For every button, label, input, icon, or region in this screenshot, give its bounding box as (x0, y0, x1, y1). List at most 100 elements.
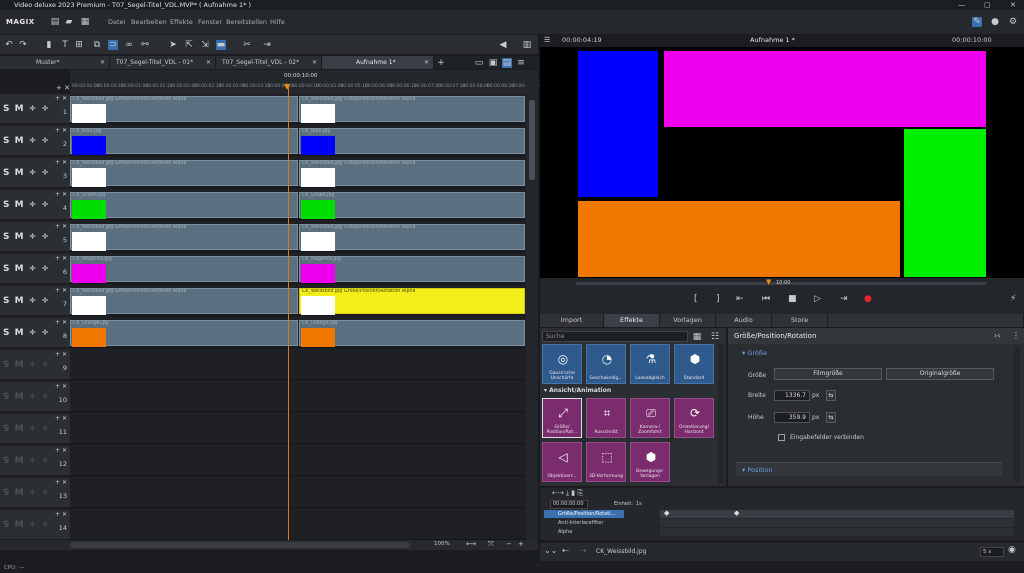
track-header[interactable]: S M ÷ ÷ + ✕ 2 (0, 126, 70, 156)
close-button[interactable]: ✕ (1010, 0, 1016, 10)
filmgroesse-button[interactable]: Filmgröße (774, 368, 882, 380)
open-folder-icon[interactable]: ▰ (64, 17, 74, 27)
video-clip[interactable]: CK_Magenta.jpg (299, 256, 525, 283)
menu-icon[interactable]: ☰ (544, 34, 550, 47)
tab-segel-02[interactable]: T07_Segel-Titel_VDL - 02* ✕ (216, 56, 322, 69)
track-add-remove-icon[interactable]: + ✕ (55, 159, 67, 166)
solo-button[interactable]: S (3, 392, 10, 402)
track-header[interactable]: S M ÷ ÷ + ✕ 5 (0, 222, 70, 252)
maximize-button[interactable]: ▢ (984, 0, 991, 10)
solo-mute-toggle[interactable]: S M ÷ ÷ (3, 136, 50, 146)
track-add-remove-icon[interactable]: + ✕ (55, 511, 67, 518)
solo-button[interactable]: S (3, 488, 10, 498)
mute-button[interactable]: M (15, 328, 25, 338)
fx-standard[interactable]: ⬢ Standard (674, 344, 714, 384)
mute-button[interactable]: M (15, 168, 25, 178)
track-lane[interactable]: CK_Weissbild.jpg Größe/Position/Rotation… (70, 158, 526, 188)
menu-effekte[interactable]: Effekte (170, 18, 193, 26)
track-header[interactable]: S M ÷ ÷ + ✕ 7 (0, 286, 70, 316)
menu-bereitstellen[interactable]: Bereitstellen (226, 18, 267, 26)
mute-button[interactable]: M (15, 488, 25, 498)
fit-icon[interactable]: ⟷ (466, 540, 476, 548)
height-input[interactable]: 359.9 (774, 412, 810, 423)
kf-time-field[interactable]: 00:00:00:00 (550, 500, 588, 509)
props-scrollbar[interactable] (1014, 346, 1020, 482)
solo-mute-toggle[interactable]: S M ÷ ÷ (3, 328, 50, 338)
video-clip[interactable]: CK_Weissbild.jpg Größe/Position/Rotation… (299, 160, 525, 187)
keyframe-icon[interactable]: ◆ (734, 509, 739, 517)
solo-button[interactable]: S (3, 360, 10, 370)
zoom-level[interactable]: 100% (434, 541, 450, 547)
close-icon[interactable]: ✕ (100, 56, 105, 69)
help-icon[interactable]: ◉ (1008, 545, 1016, 555)
mute-button[interactable]: M (15, 392, 25, 402)
solo-button[interactable]: S (3, 264, 10, 274)
video-clip[interactable]: CK_Blau.jpg (70, 128, 298, 155)
menu-hilfe[interactable]: Hilfe (270, 18, 285, 26)
tab-import[interactable]: Import (540, 314, 604, 327)
track-lane[interactable] (70, 414, 526, 444)
solo-button[interactable]: S (3, 456, 10, 466)
kf-track[interactable]: ◆ ◆ (660, 509, 1014, 518)
fx-groesse-position[interactable]: ⤢ Größe/ Position/Rot... (542, 398, 582, 438)
track-add-remove-icon[interactable]: + ✕ (55, 223, 67, 230)
fx-scrollbar[interactable] (718, 344, 724, 484)
video-preview[interactable] (578, 47, 986, 278)
video-clip[interactable]: CK_Weissbild.jpg Größe/Position/Rotation… (70, 288, 298, 315)
tab-vorlagen[interactable]: Vorlagen (660, 314, 716, 327)
tab-segel-01[interactable]: T07_Segel-Titel_VDL - 01* ✕ (110, 56, 216, 69)
track-lane[interactable] (70, 478, 526, 508)
fx-gaussian-blur[interactable]: ◎ Gauss'sche Unschärfe (542, 344, 582, 384)
play-icon[interactable]: ▷ (814, 294, 821, 304)
video-clip[interactable]: CK_Gruen.jpg (299, 192, 525, 219)
section-ansicht-animation[interactable]: ▾ Ansicht/Animation (544, 387, 611, 394)
tab-effekte[interactable]: Effekte (604, 314, 660, 327)
kf-row-anti-interlace[interactable]: Anti-Interlacefilter (544, 519, 624, 527)
track-lane[interactable]: CK_Weissbild.jpg Größe/Position/Rotation… (70, 222, 526, 252)
track-header[interactable]: S M ÷ ÷ + ✕ 11 (0, 414, 70, 444)
track-add-remove-icon[interactable]: + ✕ (55, 127, 67, 134)
solo-mute-toggle[interactable]: S M ÷ ÷ (3, 232, 50, 242)
mark-in-icon[interactable]: [ (694, 294, 698, 304)
track-lane[interactable]: CK_Orange.jpg CK_Orange.jpg (70, 318, 526, 348)
prev-frame-icon[interactable]: ⏮ (762, 294, 770, 304)
fx-orientierung[interactable]: ⟳ Orientierung/ Horizont (674, 398, 714, 438)
track-header[interactable]: S M ÷ ÷ + ✕ 12 (0, 446, 70, 476)
mute-button[interactable]: M (15, 104, 25, 114)
close-icon[interactable]: ✕ (312, 56, 317, 69)
solo-button[interactable]: S (3, 168, 10, 178)
solo-mute-toggle[interactable]: S M ÷ ÷ (3, 520, 50, 530)
link-fields-checkbox[interactable] (778, 434, 785, 441)
solo-button[interactable]: S (3, 424, 10, 434)
kf-track[interactable] (660, 528, 1014, 536)
section-groesse[interactable]: ▾ Größe (742, 349, 767, 357)
video-clip[interactable]: CK_Gruen.jpg (70, 192, 298, 219)
settings-icon[interactable]: ⚙ (1008, 17, 1018, 27)
track-lane[interactable]: CK_Weissbild.jpg Größe/Position/Rotation… (70, 286, 526, 316)
kf-row-groesse[interactable]: Größe/Position/Rotati... (544, 510, 624, 518)
solo-button[interactable]: S (3, 296, 10, 306)
video-clip[interactable]: CK_Weissbild.jpg Größe/Position/Rotation… (70, 224, 298, 251)
track-add-remove-icon[interactable]: + ✕ (55, 479, 67, 486)
track-lane[interactable]: CK_Magenta.jpg CK_Magenta.jpg (70, 254, 526, 284)
solo-mute-toggle[interactable]: S M ÷ ÷ (3, 392, 50, 402)
menu-bearbeiten[interactable]: Bearbeiten (131, 18, 167, 26)
solo-button[interactable]: S (3, 136, 10, 146)
close-icon[interactable]: ✕ (206, 56, 211, 69)
multi-select-icon[interactable]: ⇱ (184, 40, 194, 50)
mark-out-icon[interactable]: ] (716, 294, 720, 304)
new-file-icon[interactable]: ▤ (50, 17, 60, 27)
list-view-icon[interactable]: ☷ (710, 332, 720, 342)
view-scene-icon[interactable]: ▣ (488, 58, 498, 68)
cut-icon[interactable]: ✂ (242, 40, 252, 50)
solo-mute-toggle[interactable]: S M ÷ ÷ (3, 200, 50, 210)
track-lane[interactable]: CK_Blau.jpg CK_Blau.jpg (70, 126, 526, 156)
undo-icon[interactable]: ↶ (4, 40, 14, 50)
solo-button[interactable]: S (3, 520, 10, 530)
next-marker-icon[interactable]: ⇥ (840, 294, 848, 304)
vertical-scrollbar[interactable] (526, 70, 538, 540)
fx-speed[interactable]: ◔ Geschwindig... (586, 344, 626, 384)
speed-icon[interactable]: ⚡ (1010, 294, 1016, 304)
track-lane[interactable] (70, 382, 526, 412)
view-storyboard-icon[interactable]: ▭ (474, 58, 484, 68)
